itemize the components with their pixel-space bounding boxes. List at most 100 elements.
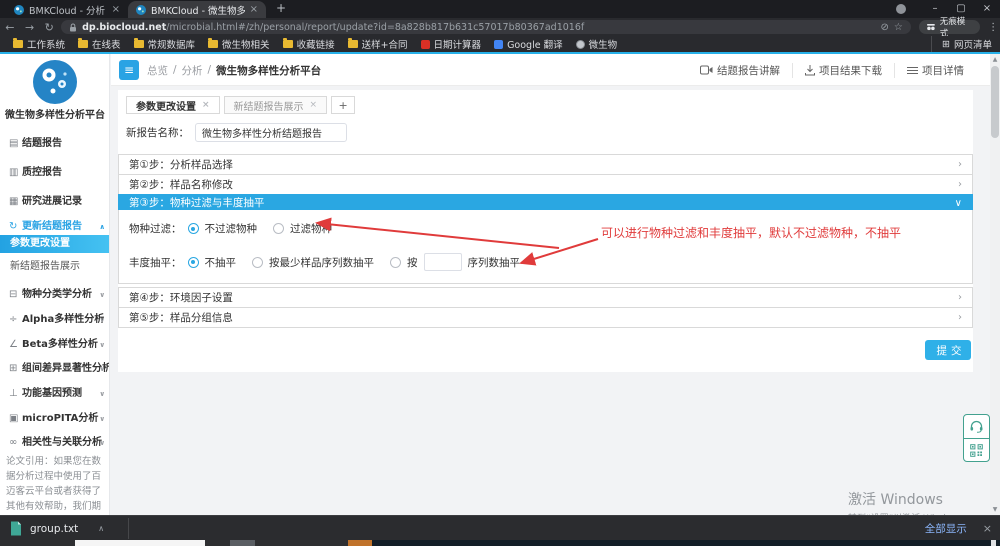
step-4-env-factor[interactable]: 第④步：环境因子设置› [118, 287, 973, 308]
sidebar: 微生物多样性分析平台 ▤结题报告 ▥质控报告 ▦研究进展记录 ↻更新结题报告∧ … [0, 54, 110, 515]
scroll-up-icon[interactable]: ▲ [990, 56, 1000, 63]
download-icon [805, 65, 815, 76]
bookmark-item[interactable]: 微生物相关 [208, 37, 270, 51]
forward-icon[interactable]: → [20, 21, 40, 34]
new-tab-button[interactable]: + [276, 1, 286, 15]
rarefy-row: 丰度抽平： 不抽平 按最少样品序列数抽平 按 序列数抽平 [129, 253, 520, 271]
sidebar-item-correlation[interactable]: ∞相关性与关联分析∨ [0, 433, 110, 453]
close-shelf-icon[interactable]: × [983, 522, 992, 535]
chevron-right-icon: › [958, 308, 962, 328]
radio-no-rarefy[interactable] [188, 257, 199, 268]
bookmark-item[interactable]: 送样+合同 [348, 37, 408, 51]
qr-code-button[interactable] [964, 438, 989, 461]
radio-no-filter[interactable] [188, 223, 199, 234]
sidebar-item-qc-report[interactable]: ▥质控报告 [0, 163, 110, 183]
chevron-right-icon: › [958, 175, 962, 195]
sidebar-item-beta-diversity[interactable]: ∠Beta多样性分析∨ [0, 335, 110, 355]
tab-close-icon[interactable]: × [250, 4, 258, 15]
breadcrumb-analysis[interactable]: 分析 [182, 63, 203, 78]
bookmark-item[interactable]: 收藏链接 [283, 37, 335, 51]
sidebar-item-group-difference[interactable]: ⊞组间差异显著性分析∨ [0, 359, 110, 379]
globe-icon [576, 40, 585, 49]
qr-code-icon [970, 444, 983, 457]
sidebar-item-taxonomy[interactable]: ⊟物种分类学分析∨ [0, 285, 110, 305]
chevron-down-icon: ∨ [99, 310, 105, 330]
radio-filter[interactable] [273, 223, 284, 234]
sidebar-item-function-prediction[interactable]: ⊥功能基因预测∨ [0, 384, 110, 404]
profile-icon[interactable] [896, 4, 906, 14]
submit-button[interactable]: 提交 [925, 340, 971, 360]
bookmark-item[interactable]: 在线表 [78, 37, 121, 51]
reading-list-button[interactable]: ⊞网页清单 [931, 36, 992, 52]
incognito-badge: 无痕模式 [919, 20, 980, 34]
bookmark-item[interactable]: 工作系统 [13, 37, 65, 51]
taskbar-window-sliver [75, 540, 205, 546]
sidebar-item-update-report[interactable]: ↻更新结题报告∧ [0, 217, 110, 237]
sidebar-item-report[interactable]: ▤结题报告 [0, 134, 110, 154]
sidebar-item-progress[interactable]: ▦研究进展记录 [0, 192, 110, 212]
window-close-button[interactable]: × [974, 0, 1000, 18]
translate-site-icon [494, 40, 503, 49]
taskbar-app-sliver [230, 540, 255, 546]
address-bar[interactable]: dp.biocloud.net/microbial.html#/zh/perso… [61, 20, 911, 34]
bookmark-item[interactable]: 微生物 [576, 37, 618, 51]
report-name-label: 新报告名称： [126, 125, 189, 140]
breadcrumb-overview[interactable]: 总览 [147, 63, 168, 78]
shelf-divider [128, 518, 129, 539]
file-icon [10, 521, 22, 536]
chevron-down-icon: ∨ [99, 285, 105, 305]
scroll-down-icon[interactable]: ▼ [990, 506, 1000, 513]
step-2-sample-rename[interactable]: 第②步：样品名称修改› [118, 174, 973, 195]
radio-min-sample-rarefy[interactable] [252, 257, 263, 268]
taskbar-show-desktop-sliver [991, 540, 996, 546]
page-scrollbar[interactable]: ▲ ▼ [990, 54, 1000, 515]
groupdiff-icon: ⊞ [9, 359, 22, 379]
beta-icon: ∠ [9, 335, 22, 355]
sidebar-item-micropita[interactable]: ▣microPITA分析∨ [0, 409, 110, 429]
sidebar-subitem-parameter-settings[interactable]: 参数更改设置 [0, 235, 110, 253]
report-name-input[interactable] [195, 123, 347, 142]
chevron-right-icon: › [958, 288, 962, 308]
bookmark-item[interactable]: 日期计算器 [421, 37, 482, 51]
chevron-up-icon[interactable]: ∧ [98, 524, 104, 533]
alpha-icon: ÷ [9, 310, 22, 330]
breadcrumb-current: 微生物多样性分析平台 [216, 63, 321, 78]
bookmark-item[interactable]: Google 翻译 [494, 37, 563, 51]
chevron-down-icon: ∨ [99, 409, 105, 429]
tab-close-icon[interactable]: × [310, 100, 318, 110]
downloaded-file-item[interactable]: group.txt ∧ [10, 516, 104, 541]
report-explain-button[interactable]: 结题报告讲解 [688, 63, 792, 78]
micropita-icon: ▣ [9, 409, 22, 429]
add-tab-button[interactable]: + [331, 96, 355, 114]
browser-tab-active[interactable]: BMKCloud - 微生物多样性分析 × [128, 1, 266, 18]
project-download-button[interactable]: 项目结果下载 [792, 63, 894, 78]
back-icon[interactable]: ← [0, 21, 20, 34]
browser-tab-inactive[interactable]: BMKCloud - 分析 × [6, 1, 128, 18]
radio-custom-rarefy[interactable] [390, 257, 401, 268]
chevron-right-icon: › [958, 155, 962, 175]
tab-new-report-view[interactable]: 新结题报告展示× [224, 96, 328, 114]
step-3-filter-rarefy[interactable]: 第③步：物种过滤与丰度抽平∨ [118, 194, 973, 211]
step-3-panel: 物种过滤： 不过滤物种 过滤物种 丰度抽平： 不抽平 按最少样品序列数抽平 按 … [118, 210, 973, 284]
media-blocked-icon[interactable]: ⊘ [881, 22, 889, 33]
bookmark-item[interactable]: 常规数据库 [134, 37, 196, 51]
show-all-downloads-button[interactable]: 全部显示 [925, 521, 967, 536]
project-detail-button[interactable]: 项目详情 [894, 63, 976, 78]
tab-close-icon[interactable]: × [112, 4, 120, 15]
rarefy-count-input[interactable] [424, 253, 462, 271]
headset-icon [969, 420, 984, 433]
browser-menu-icon[interactable]: ⋮ [986, 22, 1000, 33]
species-filter-label: 物种过滤： [129, 221, 182, 236]
tab-close-icon[interactable]: × [202, 100, 210, 110]
step-1-sample-select[interactable]: 第①步：分析样品选择› [118, 154, 973, 175]
menu-toggle-icon[interactable]: ≡ [119, 60, 139, 80]
scrollbar-thumb[interactable] [991, 66, 999, 138]
sidebar-subitem-new-report-view[interactable]: 新结题报告展示 [0, 258, 110, 276]
bookmark-star-icon[interactable]: ☆ [894, 22, 903, 33]
step-5-grouping-info[interactable]: 第⑤步：样品分组信息› [118, 307, 973, 328]
tab-parameter-settings[interactable]: 参数更改设置× [126, 96, 220, 114]
platform-title: 微生物多样性分析平台 [0, 106, 110, 121]
sidebar-item-alpha-diversity[interactable]: ÷Alpha多样性分析∨ [0, 310, 110, 330]
customer-service-button[interactable] [964, 415, 989, 438]
reload-icon[interactable]: ↻ [39, 21, 59, 34]
